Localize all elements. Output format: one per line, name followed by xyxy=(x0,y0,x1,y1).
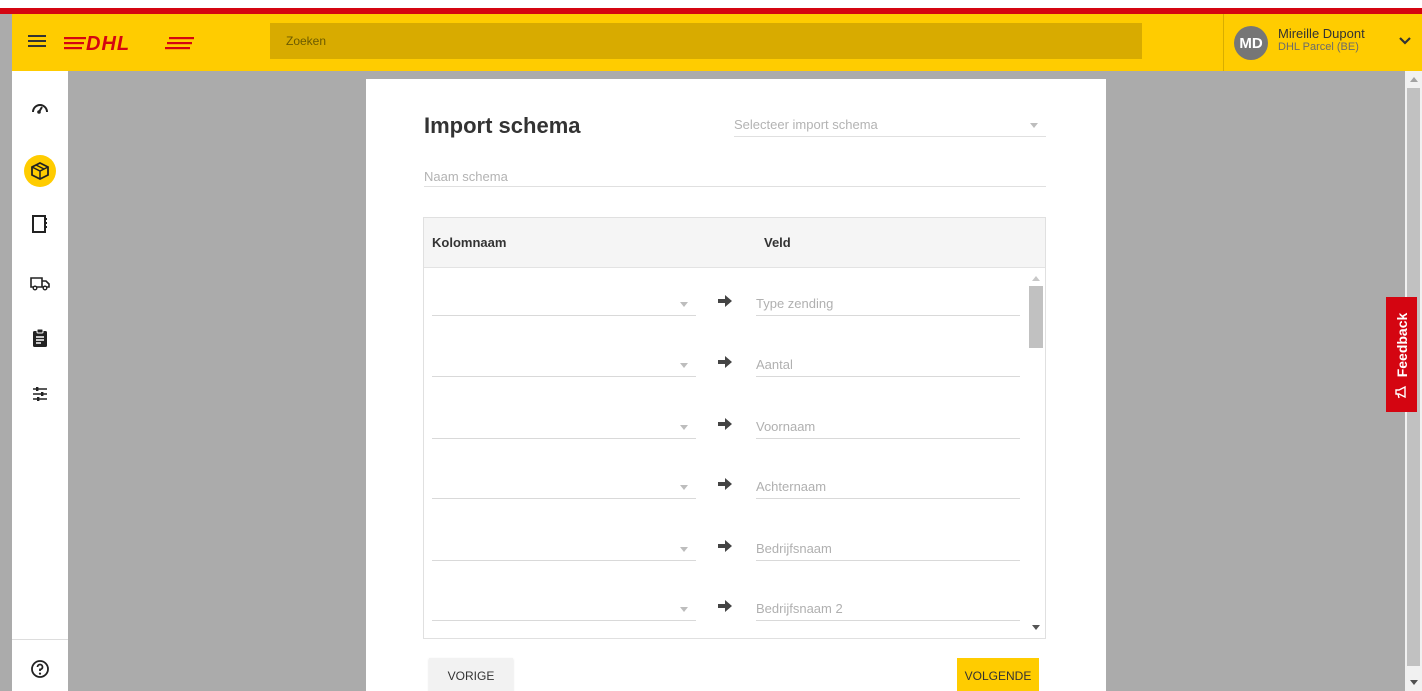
scroll-down-arrow-icon[interactable] xyxy=(1410,680,1418,685)
sidebar-item-pickups[interactable] xyxy=(24,267,56,299)
user-organization: DHL Parcel (BE) xyxy=(1278,41,1359,53)
svg-text:DHL: DHL xyxy=(86,33,130,55)
column-select[interactable] xyxy=(432,417,696,439)
column-select[interactable] xyxy=(432,539,696,561)
scroll-up-arrow-icon[interactable] xyxy=(1410,77,1418,82)
arrow-right-icon xyxy=(718,295,732,307)
search-input[interactable] xyxy=(270,23,1142,59)
field-label: Voornaam xyxy=(756,417,1020,439)
field-label: Bedrijfsnaam xyxy=(756,539,1020,561)
field-label: Achternaam xyxy=(756,477,1020,499)
sidebar-item-reports[interactable] xyxy=(24,322,56,354)
table-header: Kolomnaam Veld xyxy=(424,218,1045,268)
speedometer-icon xyxy=(32,104,48,114)
user-menu[interactable]: MD Mireille Dupont DHL Parcel (BE) xyxy=(1223,14,1422,71)
chevron-down-icon[interactable] xyxy=(1398,34,1412,48)
dropdown-arrow-icon xyxy=(1030,123,1038,128)
column-header-veld: Veld xyxy=(764,235,791,250)
clipboard-icon xyxy=(33,328,47,347)
schema-name-input[interactable] xyxy=(424,167,1046,187)
scroll-down-arrow-icon[interactable] xyxy=(1032,625,1040,630)
book-icon xyxy=(32,215,47,233)
truck-icon xyxy=(30,277,50,291)
sliders-icon xyxy=(33,387,47,401)
table-row: Voornaam xyxy=(424,405,1024,445)
column-select[interactable] xyxy=(432,294,696,316)
help-icon xyxy=(31,660,49,678)
dropdown-arrow-icon xyxy=(680,425,688,430)
dropdown-arrow-icon xyxy=(680,485,688,490)
schema-select-placeholder: Selecteer import schema xyxy=(734,117,878,132)
arrow-right-icon xyxy=(718,356,732,368)
sidebar-item-address-book[interactable] xyxy=(24,208,56,240)
user-name: Mireille Dupont xyxy=(1278,26,1365,41)
sidebar-item-help[interactable] xyxy=(24,653,56,685)
avatar[interactable]: MD xyxy=(1234,26,1268,60)
sidebar-item-shipments[interactable] xyxy=(24,155,56,187)
megaphone-icon xyxy=(1395,385,1406,399)
package-icon xyxy=(31,161,49,181)
table-row: Aantal xyxy=(424,343,1024,383)
sidebar xyxy=(12,71,68,691)
column-header-kolomnaam: Kolomnaam xyxy=(432,235,507,250)
table-row: Type zending xyxy=(424,282,1024,322)
column-select[interactable] xyxy=(432,355,696,377)
field-label: Type zending xyxy=(756,294,1020,316)
page-title: Import schema xyxy=(424,113,581,138)
dropdown-arrow-icon xyxy=(680,363,688,368)
dropdown-arrow-icon xyxy=(680,607,688,612)
import-schema-card: Import schema Selecteer import schema Ko… xyxy=(366,79,1106,691)
next-button[interactable]: VOLGENDE xyxy=(957,658,1039,691)
table-row: Bedrijfsnaam xyxy=(424,527,1024,567)
field-label: Bedrijfsnaam 2 xyxy=(756,599,1020,621)
dropdown-arrow-icon xyxy=(680,547,688,552)
scrollbar-thumb[interactable] xyxy=(1029,286,1043,348)
feedback-label: Feedback xyxy=(1394,312,1410,378)
sidebar-item-dashboard[interactable] xyxy=(24,92,56,124)
sidebar-item-settings[interactable] xyxy=(24,378,56,410)
top-bar: DHL MD Mireille Dupont DHL Parcel (BE) xyxy=(12,14,1422,71)
dhl-logo[interactable]: DHL xyxy=(64,30,194,56)
sidebar-divider xyxy=(12,639,68,640)
arrow-right-icon xyxy=(718,418,732,430)
column-mapping-table: Kolomnaam Veld Type zending Aantal Voorn… xyxy=(423,217,1046,639)
column-select[interactable] xyxy=(432,599,696,621)
table-body[interactable]: Type zending Aantal Voornaam Achternaam xyxy=(424,268,1045,638)
top-accent-strip xyxy=(0,0,1422,14)
arrow-right-icon xyxy=(718,478,732,490)
scroll-up-arrow-icon[interactable] xyxy=(1032,276,1040,281)
field-label: Aantal xyxy=(756,355,1020,377)
menu-icon[interactable] xyxy=(28,32,46,52)
previous-button[interactable]: VORIGE xyxy=(429,658,513,691)
column-select[interactable] xyxy=(432,477,696,499)
arrow-right-icon xyxy=(718,600,732,612)
arrow-right-icon xyxy=(718,540,732,552)
table-row: Bedrijfsnaam 2 xyxy=(424,587,1024,627)
table-scrollbar[interactable] xyxy=(1028,268,1044,638)
feedback-tab[interactable]: Feedback xyxy=(1386,297,1417,412)
table-row: Achternaam xyxy=(424,465,1024,505)
dropdown-arrow-icon xyxy=(680,302,688,307)
schema-select[interactable]: Selecteer import schema xyxy=(734,115,1046,137)
